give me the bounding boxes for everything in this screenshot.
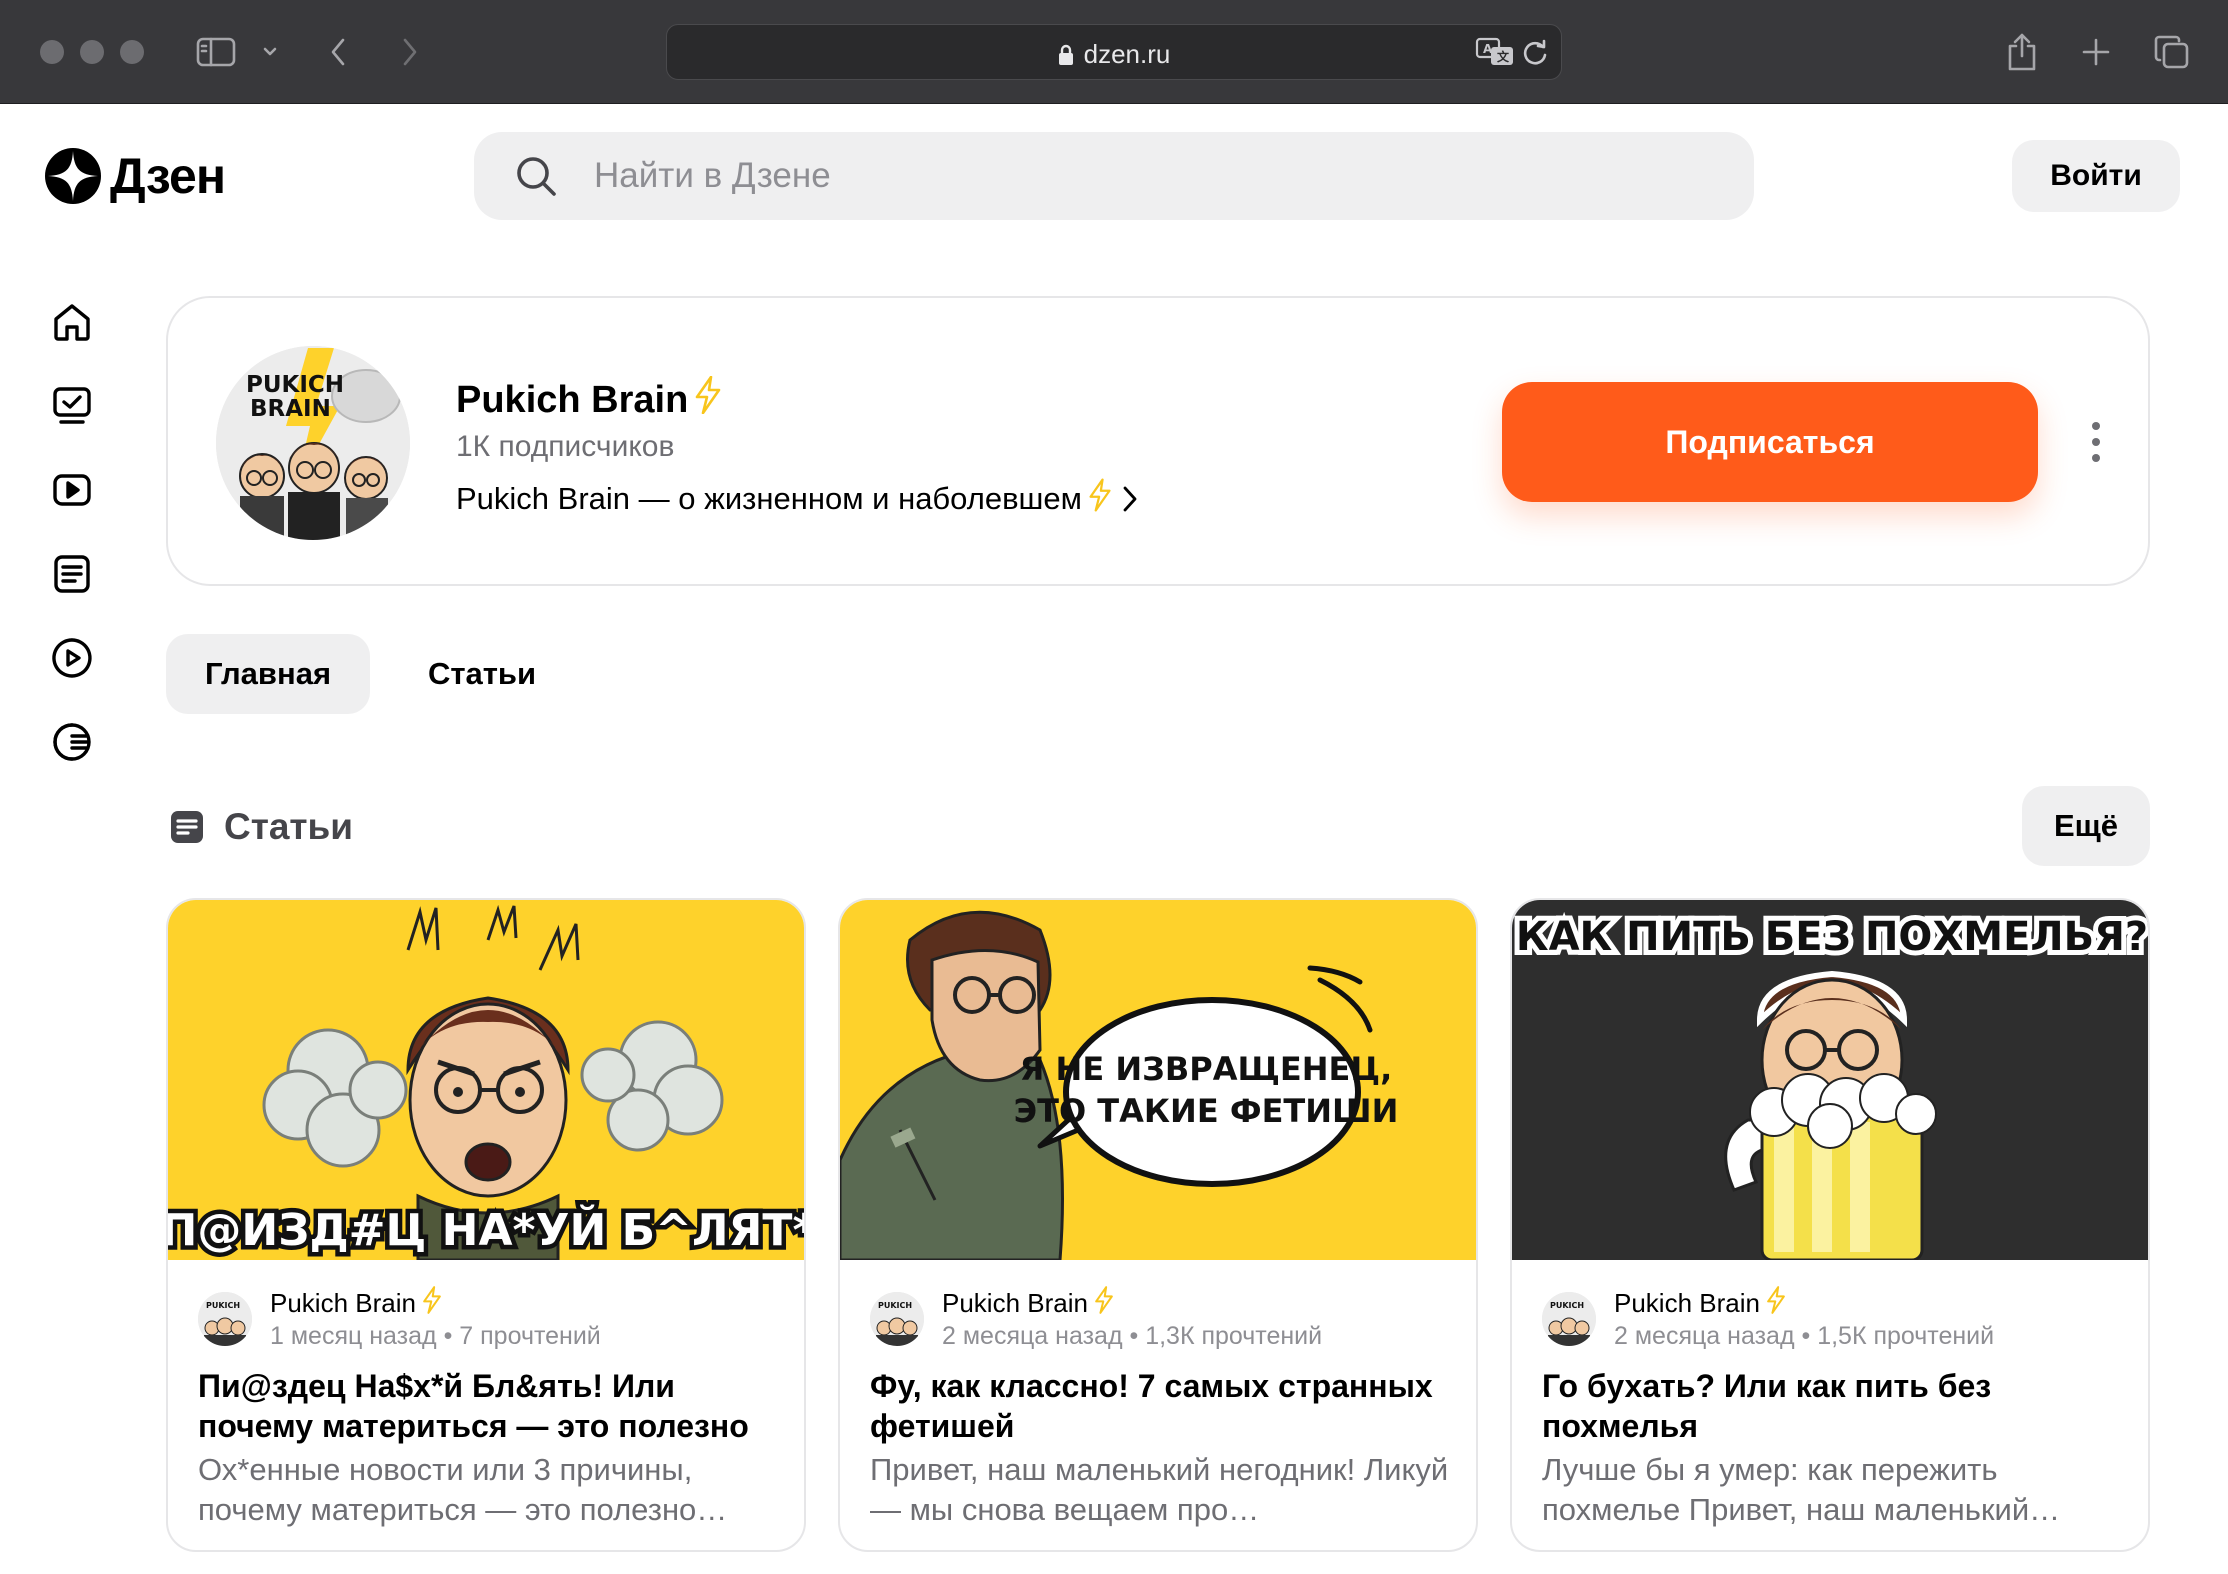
article-meta: PUKICH Pukich Brain 2 месяца назад • 1,3… [870, 1286, 1450, 1350]
address-bar[interactable]: dzen.ru A文 [666, 24, 1562, 80]
article-author[interactable]: Pukich Brain [270, 1288, 416, 1319]
svg-text:文: 文 [1497, 49, 1510, 64]
article-card[interactable]: П@ИЗД#Ц НА*УЙ Б^ЛЯТ* PUKICH Pukich Brain… [166, 898, 806, 1552]
lightning-icon [1088, 478, 1112, 520]
article-image[interactable]: П@ИЗД#Ц НА*УЙ Б^ЛЯТ* [168, 900, 806, 1260]
article-title[interactable]: Пи@здец На$х*й Бл&ять! Или почему матери… [198, 1366, 782, 1446]
article-title[interactable]: Фу, как классно! 7 самых странных фетише… [870, 1366, 1454, 1446]
article-card[interactable]: Я НЕ ИЗВРАЩЕНЕЦ, ЭТО ТАКИЕ ФЕТИШИ PUKICH… [838, 898, 1478, 1552]
channel-card: PUKICH BRAIN Pukich Brain 1К подписчиков… [166, 296, 2150, 586]
channel-description[interactable]: Pukich Brain — о жизненном и наболевшем [456, 478, 1138, 520]
article-image-bubble-line2: ЭТО ТАКИЕ ФЕТИШИ [1014, 1092, 1399, 1130]
browser-toolbar: dzen.ru A文 [0, 0, 2228, 104]
window-zoom-button[interactable] [120, 40, 144, 64]
news-icon[interactable] [48, 718, 96, 766]
article-meta: PUKICH Pukich Brain 1 месяц назад • 7 пр… [198, 1286, 778, 1350]
lightning-icon [1094, 1286, 1114, 1321]
logo-text: Дзен [110, 148, 226, 204]
article-age: 1 месяц назад [270, 1322, 437, 1350]
lightning-icon [694, 375, 722, 424]
article-image-caption: П@ИЗД#Ц НА*УЙ Б^ЛЯТ* [168, 1203, 806, 1256]
article-image[interactable]: КАК ПИТЬ БЕЗ ПОХМЕЛЬЯ? КАК ПИТЬ БЕЗ ПОХМ… [1512, 900, 2148, 1260]
home-icon[interactable] [48, 298, 96, 346]
svg-text:PUKICH: PUKICH [206, 1301, 240, 1310]
svg-text:PUKICH: PUKICH [1550, 1301, 1584, 1310]
video-icon[interactable] [48, 466, 96, 514]
article-author[interactable]: Pukich Brain [942, 1288, 1088, 1319]
avatar-logo-text: PUKICH [246, 372, 344, 398]
reload-icon[interactable] [1519, 37, 1551, 74]
article-age: 2 месяца назад [1614, 1322, 1795, 1350]
article-stats: 2 месяца назад • 1,3К прочтений [942, 1322, 1323, 1350]
url-text: dzen.ru [1083, 39, 1171, 69]
section-title: Статьи [170, 806, 353, 848]
dzen-logo-icon [45, 148, 101, 204]
article-meta: PUKICH Pukich Brain 2 месяца назад • 1,5… [1542, 1286, 2122, 1350]
subscribe-button[interactable]: Подписаться [1502, 382, 2038, 502]
show-more-button[interactable]: Ещё [2022, 786, 2150, 866]
chevron-right-icon [1122, 485, 1138, 513]
lightning-icon [422, 1286, 442, 1321]
shorts-icon[interactable] [48, 634, 96, 682]
subscriber-count: 1К подписчиков [456, 430, 675, 463]
lightning-icon [1766, 1286, 1786, 1321]
article-snippet[interactable]: Лучше бы я умер: как пережить похмелье П… [1542, 1450, 2126, 1530]
article-stats: 1 месяц назад • 7 прочтений [270, 1322, 601, 1350]
article-image-bubble-line1: Я НЕ ИЗВРАЩЕНЕЦ, [1020, 1050, 1392, 1088]
tab-overview-icon[interactable] [2150, 26, 2194, 78]
login-button[interactable]: Войти [2012, 140, 2180, 212]
search-bar[interactable] [474, 132, 1754, 220]
articles-section-icon [170, 810, 204, 844]
new-tab-icon[interactable] [2074, 26, 2118, 78]
section-title-text: Статьи [224, 806, 354, 847]
article-stats: 2 месяца назад • 1,5К прочтений [1614, 1322, 1995, 1350]
author-avatar[interactable]: PUKICH [1542, 1292, 1596, 1346]
channel-description-text: Pukich Brain — о жизненном и наболевшем [456, 481, 1082, 516]
channel-name[interactable]: Pukich Brain [456, 375, 722, 424]
lock-icon [1058, 42, 1074, 73]
article-reads: 1,3К прочтений [1145, 1322, 1323, 1350]
author-avatar[interactable]: PUKICH [198, 1292, 252, 1346]
back-icon[interactable] [322, 26, 354, 78]
tab-main[interactable]: Главная [166, 634, 370, 714]
avatar-logo-text-2: BRAIN [250, 396, 331, 422]
search-input[interactable] [594, 132, 1694, 220]
article-reads: 1,5К прочтений [1817, 1322, 1995, 1350]
articles-icon[interactable] [48, 550, 96, 598]
chevron-down-icon[interactable] [258, 26, 282, 78]
subscriptions-icon[interactable] [48, 382, 96, 430]
dzen-logo[interactable]: Дзен [44, 146, 226, 206]
channel-name-text: Pukich Brain [456, 378, 689, 421]
article-snippet[interactable]: Привет, наш маленький негодник! Ликуй — … [870, 1450, 1454, 1530]
article-snippet[interactable]: Ох*енные новости или 3 причины, почему м… [198, 1450, 782, 1530]
sidebar-toggle-icon[interactable] [192, 26, 240, 78]
article-title[interactable]: Го бухать? Или как пить без похмелья [1542, 1366, 2126, 1446]
window-minimize-button[interactable] [80, 40, 104, 64]
article-image-caption: КАК ПИТЬ БЕЗ ПОХМЕЛЬЯ? [1516, 914, 2148, 960]
article-age: 2 месяца назад [942, 1322, 1123, 1350]
author-avatar[interactable]: PUKICH [870, 1292, 924, 1346]
tab-articles[interactable]: Статьи [400, 634, 564, 714]
svg-text:A: A [1483, 42, 1493, 56]
svg-text:PUKICH: PUKICH [878, 1301, 912, 1310]
article-image[interactable]: Я НЕ ИЗВРАЩЕНЕЦ, ЭТО ТАКИЕ ФЕТИШИ [840, 900, 1476, 1260]
translate-icon[interactable]: A文 [1475, 35, 1515, 74]
more-options-icon[interactable] [2076, 416, 2116, 468]
article-card[interactable]: КАК ПИТЬ БЕЗ ПОХМЕЛЬЯ? КАК ПИТЬ БЕЗ ПОХМ… [1510, 898, 2150, 1552]
window-close-button[interactable] [40, 40, 64, 64]
article-author[interactable]: Pukich Brain [1614, 1288, 1760, 1319]
share-icon[interactable] [2000, 26, 2044, 78]
channel-avatar[interactable]: PUKICH BRAIN [216, 346, 410, 540]
search-icon [517, 157, 556, 196]
forward-icon[interactable] [394, 26, 426, 78]
article-reads: 7 прочтений [459, 1322, 601, 1350]
